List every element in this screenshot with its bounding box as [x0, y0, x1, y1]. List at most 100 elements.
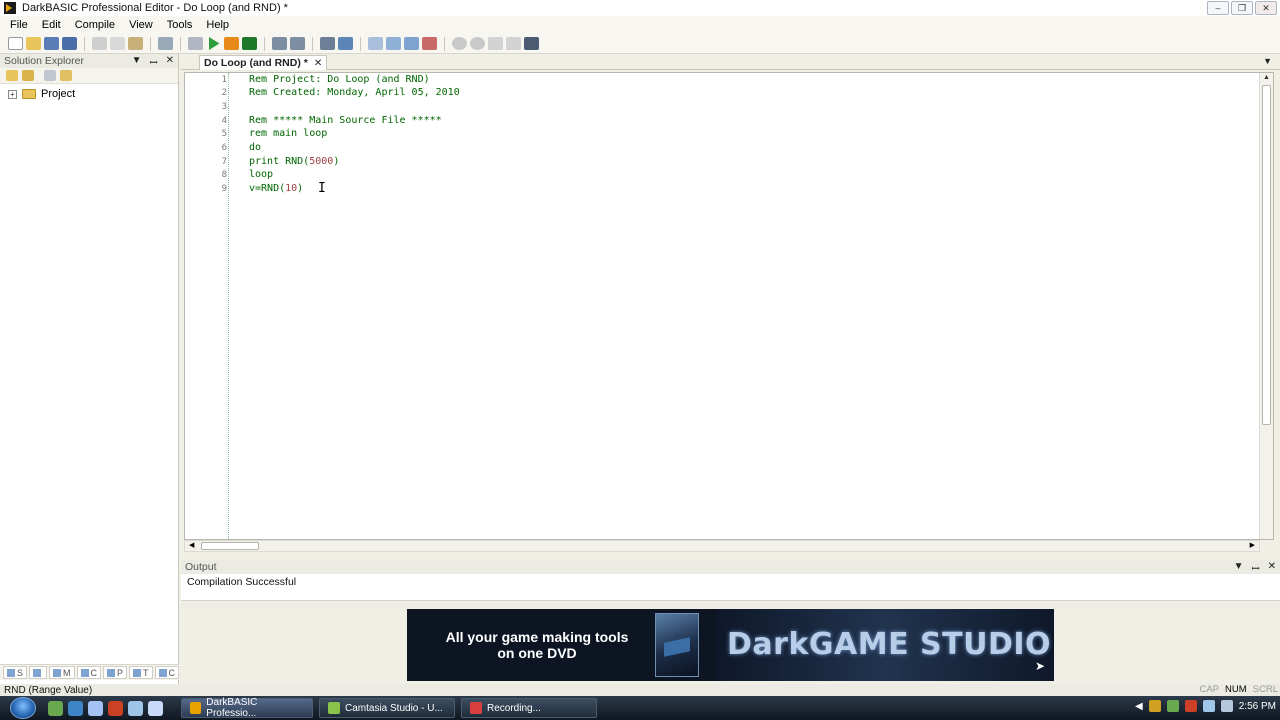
document-tab-bar: Do Loop (and RND) * ✕ ▼	[181, 54, 1280, 70]
scroll-thumb[interactable]	[201, 542, 259, 550]
tab-label: S	[17, 667, 24, 678]
outdent-icon[interactable]	[290, 37, 305, 50]
tree-item-project[interactable]: + Project	[0, 84, 178, 100]
toolbar-separator	[444, 36, 445, 51]
new-file-icon[interactable]	[8, 37, 23, 50]
output-scrollbar[interactable]	[181, 600, 1280, 608]
open-icon[interactable]	[60, 70, 72, 81]
save-all-icon[interactable]	[62, 37, 77, 50]
tray-recorder-icon[interactable]	[1184, 700, 1197, 712]
vertical-scrollbar[interactable]: ▲	[1259, 73, 1273, 539]
search-help-icon[interactable]	[506, 37, 521, 50]
tab-files[interactable]	[29, 666, 48, 679]
show-desktop-icon[interactable]	[128, 700, 143, 716]
find-icon[interactable]	[524, 37, 539, 50]
restore-button[interactable]: ❐	[1231, 1, 1253, 15]
office-icon[interactable]	[108, 700, 123, 716]
save-icon[interactable]	[44, 37, 59, 50]
indent-icon[interactable]	[272, 37, 287, 50]
print-icon[interactable]	[158, 37, 173, 50]
forward-icon[interactable]	[470, 37, 485, 50]
media-player-icon[interactable]	[88, 700, 103, 716]
close-icon[interactable]: ✕	[1268, 561, 1276, 575]
browser-icon[interactable]	[48, 700, 63, 716]
menu-edit[interactable]: Edit	[42, 19, 61, 31]
tab-properties[interactable]: P	[103, 666, 128, 679]
tray-network-icon[interactable]	[1166, 700, 1179, 712]
taskbar-button-camtasia[interactable]: Camtasia Studio - U...	[319, 698, 455, 718]
line-number: 7	[221, 157, 227, 167]
prev-bookmark-icon[interactable]	[404, 37, 419, 50]
menu-tools[interactable]: Tools	[167, 19, 193, 31]
paste-icon[interactable]	[128, 37, 143, 50]
scroll-lock-indicator: SCRL	[1252, 684, 1278, 695]
menu-help[interactable]: Help	[206, 19, 229, 31]
clear-bookmarks-icon[interactable]	[422, 37, 437, 50]
copy-icon[interactable]	[110, 37, 125, 50]
taskbar-button-recording[interactable]: Recording...	[461, 698, 597, 718]
tray-app-icon[interactable]	[1148, 700, 1161, 712]
scroll-right-icon[interactable]: ▶	[1250, 541, 1255, 549]
volume-icon[interactable]	[1220, 700, 1233, 712]
close-icon[interactable]: ✕	[166, 55, 174, 69]
clock[interactable]: 2:56 PM	[1239, 701, 1276, 712]
taskbar-button-darkbasic[interactable]: DarkBASIC Professio...	[181, 697, 313, 719]
cut-icon[interactable]	[92, 37, 107, 50]
horizontal-scrollbar[interactable]: ◀ ▶	[184, 540, 1260, 552]
num-lock-indicator: NUM	[1225, 684, 1247, 695]
open-folder-icon[interactable]	[26, 37, 41, 50]
ie-icon[interactable]	[68, 700, 83, 716]
build-icon[interactable]	[188, 37, 203, 50]
menu-view[interactable]: View	[129, 19, 153, 31]
back-icon[interactable]	[452, 37, 467, 50]
tab-solution[interactable]: S	[3, 666, 28, 679]
menu-bar: File Edit Compile View Tools Help	[0, 16, 1280, 34]
banner-tagline: All your game making tools on one DVD	[427, 629, 647, 661]
add-folder-icon[interactable]	[22, 70, 34, 81]
scroll-left-icon[interactable]: ◀	[189, 541, 194, 549]
uncomment-icon[interactable]	[338, 37, 353, 50]
next-bookmark-icon[interactable]	[386, 37, 401, 50]
tab-code[interactable]: C	[154, 666, 180, 679]
scroll-up-icon[interactable]: ▲	[1263, 74, 1270, 81]
tasks-icon	[133, 668, 142, 677]
tab-do-loop[interactable]: Do Loop (and RND) * ✕	[199, 55, 328, 70]
switch-windows-icon[interactable]	[148, 700, 163, 716]
advert-banner[interactable]: All your game making tools on one DVD Da…	[407, 609, 1054, 681]
properties-icon[interactable]	[44, 70, 56, 81]
close-button[interactable]: ✕	[1255, 1, 1277, 15]
compile-run-icon[interactable]	[242, 37, 257, 50]
tab-cursor[interactable]: C	[76, 666, 102, 679]
new-item-icon[interactable]	[6, 70, 18, 81]
pin-icon[interactable]: ꟷ	[1251, 561, 1259, 575]
solution-explorer-header: Solution Explorer ▼ ꟷ ✕	[0, 54, 178, 69]
toolbar-separator	[180, 36, 181, 51]
bookmark-icon[interactable]	[368, 37, 383, 50]
help-icon[interactable]	[488, 37, 503, 50]
code-line: print RND(5000)	[249, 156, 340, 167]
toolbar-separator	[360, 36, 361, 51]
run-icon[interactable]	[209, 37, 220, 50]
start-button[interactable]	[10, 697, 36, 719]
close-icon[interactable]: ✕	[314, 58, 322, 69]
tab-media[interactable]: M	[49, 666, 75, 679]
menu-file[interactable]: File	[10, 19, 28, 31]
menu-compile[interactable]: Compile	[75, 19, 115, 31]
line-number: 2	[221, 88, 227, 98]
comment-icon[interactable]	[320, 37, 335, 50]
code-line: loop	[249, 169, 274, 180]
output-message: Compilation Successful	[187, 576, 297, 588]
chevron-down-icon[interactable]: ▼	[132, 55, 142, 69]
chevron-down-icon[interactable]: ▼	[1234, 561, 1244, 575]
compile-icon[interactable]	[224, 37, 239, 50]
tray-display-icon[interactable]	[1202, 700, 1215, 712]
scroll-thumb[interactable]	[1262, 85, 1271, 425]
pin-icon[interactable]: ꟷ	[149, 55, 157, 69]
tray-expand-icon[interactable]: ◀	[1135, 701, 1143, 712]
code-editor[interactable]: 1 2 3 4 5 6 7 8 9 Rem Project: Do Loop (…	[184, 72, 1274, 540]
dvd-box-icon	[655, 613, 699, 677]
minimize-button[interactable]: –	[1207, 1, 1229, 15]
expand-icon[interactable]: +	[8, 89, 17, 99]
tab-tasks[interactable]: T	[129, 666, 153, 679]
chevron-down-icon[interactable]: ▼	[1263, 56, 1272, 66]
